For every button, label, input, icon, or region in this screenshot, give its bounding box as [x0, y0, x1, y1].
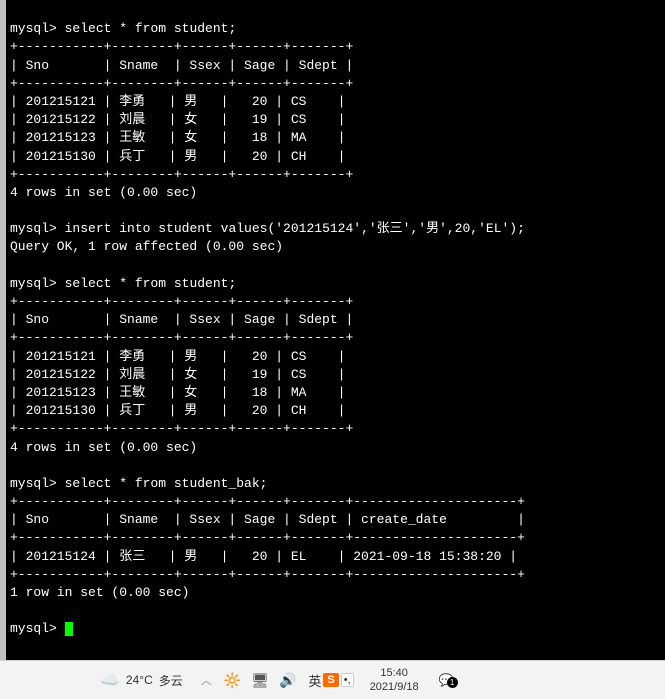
- table-row: | 201215122 | 刘晨 | 女 | 19 | CS |: [10, 112, 345, 127]
- table-separator: +-----------+--------+------+------+----…: [10, 39, 353, 54]
- table-separator: +-----------+--------+------+------+----…: [10, 294, 353, 309]
- table-separator: +-----------+--------+------+------+----…: [10, 330, 353, 345]
- ime-brand-icon: S: [323, 673, 338, 687]
- prompt-line: mysql> insert into student values('20121…: [10, 221, 525, 236]
- network-icon[interactable]: 🖥: [251, 672, 269, 689]
- volume-icon[interactable]: 🔊: [279, 672, 296, 689]
- table-separator: +-----------+--------+------+------+----…: [10, 76, 353, 91]
- notif-badge: 1: [447, 677, 458, 688]
- table-separator: +-----------+--------+------+------+----…: [10, 167, 353, 182]
- table-separator: +-----------+--------+------+------+----…: [10, 494, 525, 509]
- notification-center[interactable]: 💬 1: [429, 673, 464, 687]
- table-header: | Sno | Sname | Ssex | Sage | Sdept | cr…: [10, 512, 525, 527]
- table-row: | 201215123 | 王敏 | 女 | 18 | MA |: [10, 130, 345, 145]
- time-text: 15:40: [380, 666, 408, 680]
- prompt-line: mysql>: [10, 621, 73, 636]
- table-row: | 201215130 | 兵丁 | 男 | 20 | CH |: [10, 149, 345, 164]
- prompt-line: mysql> select * from student;: [10, 21, 236, 36]
- cursor: [65, 622, 73, 636]
- blank-line: [10, 203, 18, 218]
- blank-line: [10, 458, 18, 473]
- table-separator: +-----------+--------+------+------+----…: [10, 421, 353, 436]
- prompt-line: mysql> select * from student_bak;: [10, 476, 267, 491]
- cloud-icon: ☁️: [100, 670, 120, 690]
- windows-taskbar: ☁️ 24°C 多云 ︿ 🔆 🖥 🔊 英 S •, 15:40 2021/9/1…: [0, 660, 665, 699]
- ime-indicator[interactable]: 英 S •,: [302, 671, 359, 690]
- result-text: 1 row in set (0.00 sec): [10, 585, 189, 600]
- result-text: 4 rows in set (0.00 sec): [10, 185, 197, 200]
- tray-chevron-icon[interactable]: ︿: [195, 672, 218, 688]
- blank-line: [10, 258, 18, 273]
- table-row: | 201215130 | 兵丁 | 男 | 20 | CH |: [10, 403, 345, 418]
- table-row: | 201215123 | 王敏 | 女 | 18 | MA |: [10, 385, 345, 400]
- table-row: | 201215121 | 李勇 | 男 | 20 | CS |: [10, 349, 345, 364]
- weather-desc: 多云: [159, 672, 183, 689]
- ime-punct: •,: [341, 673, 354, 687]
- weather-temp: 24°C: [126, 673, 153, 687]
- table-row: | 201215124 | 张三 | 男 | 20 | EL | 2021-09…: [10, 549, 517, 564]
- table-header: | Sno | Sname | Ssex | Sage | Sdept |: [10, 58, 353, 73]
- date-text: 2021/9/18: [370, 680, 419, 694]
- table-row: | 201215122 | 刘晨 | 女 | 19 | CS |: [10, 367, 345, 382]
- system-tray: 🔆 🖥 🔊: [218, 672, 303, 689]
- mysql-terminal[interactable]: mysql> select * from student; +---------…: [0, 0, 665, 660]
- blank-line: [10, 603, 18, 618]
- weather-widget[interactable]: ☁️ 24°C 多云: [0, 670, 195, 690]
- result-text: Query OK, 1 row affected (0.00 sec): [10, 239, 283, 254]
- table-row: | 201215121 | 李勇 | 男 | 20 | CS |: [10, 94, 345, 109]
- table-header: | Sno | Sname | Ssex | Sage | Sdept |: [10, 312, 353, 327]
- ime-lang: 英: [308, 671, 321, 690]
- table-separator: +-----------+--------+------+------+----…: [10, 530, 525, 545]
- clock[interactable]: 15:40 2021/9/18: [360, 666, 429, 695]
- table-separator: +-----------+--------+------+------+----…: [10, 567, 525, 582]
- prompt-line: mysql> select * from student;: [10, 276, 236, 291]
- security-icon[interactable]: 🔆: [224, 672, 241, 689]
- result-text: 4 rows in set (0.00 sec): [10, 440, 197, 455]
